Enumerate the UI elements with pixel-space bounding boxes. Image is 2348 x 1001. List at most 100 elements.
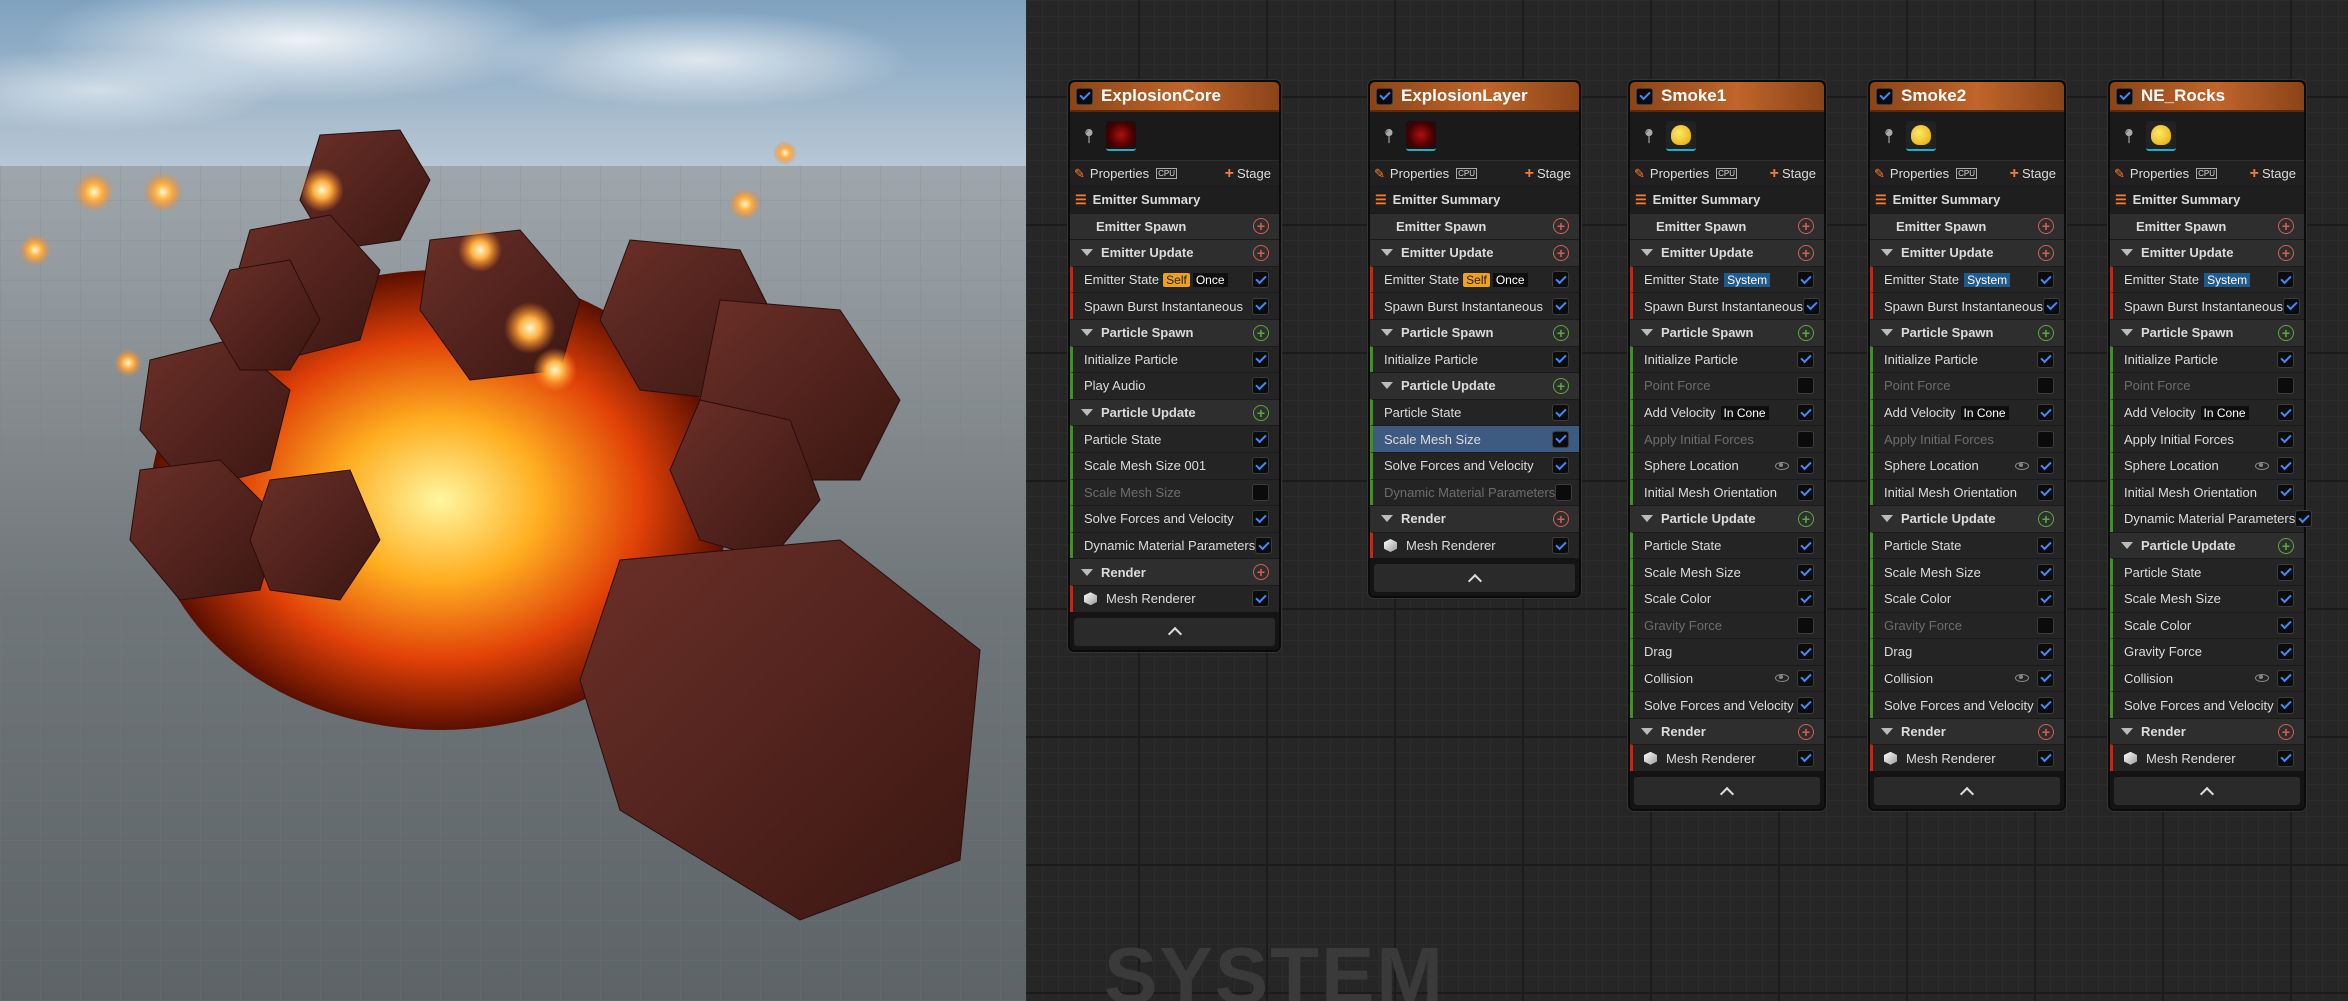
emitter-node-ne-rocks[interactable]: NE_Rocks 📍︎ ✎ Properties CPU + Stage ☰ Em…: [2108, 80, 2313, 812]
module-initial-mesh-orientation[interactable]: Initial Mesh Orientation: [2110, 478, 2304, 506]
module-scale-mesh-size[interactable]: Scale Mesh Size: [1630, 558, 1824, 585]
module-collision[interactable]: Collision: [1630, 664, 1824, 692]
emitter-node-explosionlayer[interactable]: ExplosionLayer 📍︎ ✎ Properties CPU + Stag…: [1368, 80, 1581, 599]
module-spawn-burst-instantaneous[interactable]: Spawn Burst Instantaneous: [1630, 292, 1824, 319]
module-mesh-renderer[interactable]: Mesh Renderer: [1370, 531, 1579, 559]
module-enable-checkbox[interactable]: [1797, 430, 1814, 448]
collapse-arrow-icon[interactable]: [1381, 382, 1393, 390]
add-module-button[interactable]: +: [2278, 324, 2294, 341]
module-enable-checkbox[interactable]: [1797, 749, 1814, 767]
section-particle-spawn[interactable]: Particle Spawn +: [1630, 318, 1824, 346]
module-point-force[interactable]: Point Force: [2110, 372, 2304, 399]
add-module-button[interactable]: +: [2278, 537, 2294, 554]
module-enable-checkbox[interactable]: [1252, 377, 1269, 395]
module-apply-initial-forces[interactable]: Apply Initial Forces: [1630, 425, 1824, 452]
module-scale-color[interactable]: Scale Color: [1870, 584, 2064, 612]
pin-icon[interactable]: 📍︎: [1640, 128, 1658, 145]
module-enable-checkbox[interactable]: [1797, 643, 1814, 661]
module-initial-mesh-orientation[interactable]: Initial Mesh Orientation: [1630, 478, 1824, 506]
emitter-header[interactable]: ExplosionLayer: [1370, 82, 1579, 112]
module-dynamic-material-parameters[interactable]: Dynamic Material Parameters: [2110, 505, 2313, 532]
collapse-arrow-icon[interactable]: [1381, 329, 1393, 337]
module-enable-checkbox[interactable]: [1552, 537, 1569, 555]
module-enable-checkbox[interactable]: [2277, 430, 2294, 448]
add-module-button[interactable]: +: [1798, 218, 1814, 235]
module-mesh-renderer[interactable]: Mesh Renderer: [1630, 744, 1824, 772]
module-enable-checkbox[interactable]: [2277, 669, 2294, 687]
module-spawn-burst-instantaneous[interactable]: Spawn Burst Instantaneous: [1370, 292, 1579, 319]
module-dynamic-material-parameters[interactable]: Dynamic Material Parameters: [1070, 531, 1279, 559]
add-module-button[interactable]: +: [1798, 244, 1814, 261]
module-enable-checkbox[interactable]: [1797, 271, 1814, 289]
collapse-arrow-icon[interactable]: [1881, 515, 1893, 523]
module-scale-color[interactable]: Scale Color: [1630, 584, 1824, 612]
add-module-button[interactable]: +: [2278, 244, 2294, 261]
module-apply-initial-forces[interactable]: Apply Initial Forces: [2110, 425, 2304, 452]
module-enable-checkbox[interactable]: [2277, 271, 2294, 289]
eye-icon[interactable]: [2255, 461, 2269, 470]
module-initialize-particle[interactable]: Initialize Particle: [1370, 345, 1579, 373]
module-drag[interactable]: Drag: [1630, 638, 1824, 665]
module-solve-forces-and-velocity[interactable]: Solve Forces and Velocity: [1070, 505, 1279, 532]
collapse-arrow-icon[interactable]: [2121, 249, 2133, 257]
module-spawn-burst-instantaneous[interactable]: Spawn Burst Instantaneous: [1870, 292, 2064, 319]
module-enable-checkbox[interactable]: [1797, 350, 1814, 368]
module-emitter-state[interactable]: Emitter State Self Once: [1070, 265, 1279, 293]
module-spawn-burst-instantaneous[interactable]: Spawn Burst Instantaneous: [2110, 292, 2304, 319]
module-collision[interactable]: Collision: [2110, 664, 2304, 692]
add-module-button[interactable]: +: [1553, 244, 1569, 261]
collapse-arrow-icon[interactable]: [2121, 728, 2133, 736]
module-enable-checkbox[interactable]: [2277, 377, 2294, 395]
module-enable-checkbox[interactable]: [1797, 537, 1814, 555]
module-enable-checkbox[interactable]: [2037, 457, 2054, 475]
emitter-enable-checkbox[interactable]: [1636, 87, 1653, 105]
pin-icon[interactable]: 📍︎: [1080, 128, 1098, 145]
add-module-button[interactable]: +: [1253, 218, 1269, 235]
module-enable-checkbox[interactable]: [2037, 563, 2054, 581]
module-enable-checkbox[interactable]: [1255, 537, 1273, 555]
add-module-button[interactable]: +: [1253, 564, 1269, 581]
collapse-arrow-icon[interactable]: [1081, 568, 1093, 576]
add-module-button[interactable]: +: [2038, 218, 2054, 235]
module-sphere-location[interactable]: Sphere Location: [1630, 451, 1824, 479]
emitter-enable-checkbox[interactable]: [1076, 87, 1093, 105]
add-module-button[interactable]: +: [2278, 218, 2294, 235]
module-enable-checkbox[interactable]: [2037, 643, 2054, 661]
emitter-summary-row[interactable]: ☰ Emitter Summary: [2110, 186, 2304, 213]
module-enable-checkbox[interactable]: [2037, 430, 2054, 448]
module-enable-checkbox[interactable]: [1252, 457, 1269, 475]
module-enable-checkbox[interactable]: [2277, 643, 2294, 661]
add-stage-button[interactable]: + Stage: [1766, 165, 1820, 183]
section-particle-spawn[interactable]: Particle Spawn +: [1070, 318, 1279, 346]
add-module-button[interactable]: +: [1798, 723, 1814, 740]
add-stage-button[interactable]: + Stage: [2006, 165, 2060, 183]
section-emitter-spawn[interactable]: Emitter Spawn +: [1370, 212, 1579, 240]
module-enable-checkbox[interactable]: [2037, 350, 2054, 368]
section-emitter-update[interactable]: Emitter Update +: [1630, 239, 1824, 266]
module-initialize-particle[interactable]: Initialize Particle: [1070, 345, 1279, 373]
emitter-thumbnail[interactable]: [1405, 121, 1436, 151]
module-scale-mesh-size[interactable]: Scale Mesh Size: [1070, 478, 1279, 506]
add-stage-button[interactable]: + Stage: [1221, 165, 1275, 183]
section-render[interactable]: Render +: [1370, 505, 1579, 532]
add-module-button[interactable]: +: [1253, 404, 1269, 421]
collapse-arrow-icon[interactable]: [1081, 409, 1093, 417]
properties-row[interactable]: ✎ Properties CPU + Stage: [1870, 160, 2064, 186]
add-module-button[interactable]: +: [2038, 244, 2054, 261]
module-point-force[interactable]: Point Force: [1630, 372, 1824, 399]
module-enable-checkbox[interactable]: [1797, 696, 1814, 714]
eye-icon[interactable]: [2015, 461, 2029, 470]
emitter-enable-checkbox[interactable]: [1876, 87, 1893, 105]
add-module-button[interactable]: +: [2038, 324, 2054, 341]
module-emitter-state[interactable]: Emitter State System: [1870, 265, 2064, 293]
add-module-button[interactable]: +: [1553, 510, 1569, 527]
emitter-thumbnail[interactable]: [1905, 121, 1936, 151]
collapse-arrow-icon[interactable]: [1081, 329, 1093, 337]
pin-icon[interactable]: 📍︎: [1880, 128, 1898, 145]
module-sphere-location[interactable]: Sphere Location: [1870, 451, 2064, 479]
collapse-arrow-icon[interactable]: [1081, 249, 1093, 257]
section-render[interactable]: Render +: [1630, 717, 1824, 745]
emitter-enable-checkbox[interactable]: [2116, 87, 2133, 105]
module-emitter-state[interactable]: Emitter State Self Once: [1370, 265, 1579, 293]
module-particle-state[interactable]: Particle State: [1870, 531, 2064, 559]
